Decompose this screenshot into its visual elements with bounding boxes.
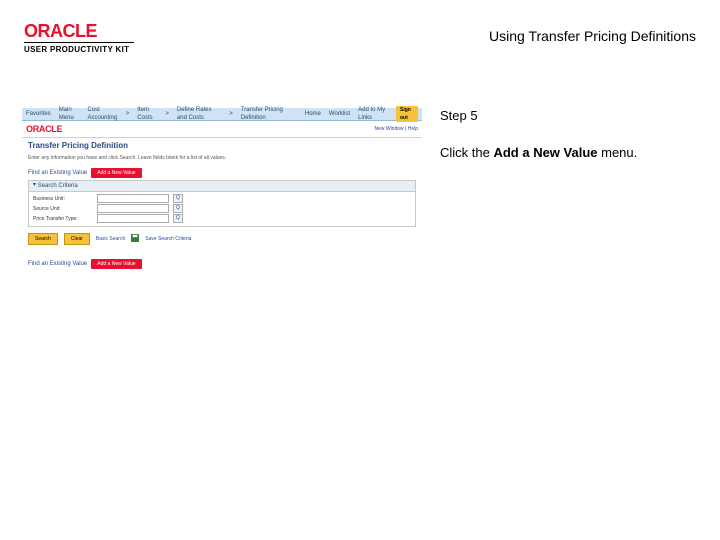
field-price-transfer-type: Price Transfer Type: Q bbox=[33, 214, 411, 223]
input-price-transfer-type[interactable] bbox=[97, 214, 169, 223]
topnav-home[interactable]: Home bbox=[305, 110, 321, 118]
screenshot-panel: Favorites Main Menu Cost Accounting > It… bbox=[22, 108, 422, 271]
label-business-unit: Business Unit: bbox=[33, 195, 93, 203]
lookup-icon[interactable]: Q bbox=[173, 204, 183, 213]
app-page-desc: Enter any information you have and click… bbox=[28, 154, 416, 162]
tab-add-new-value[interactable]: Add a New Value bbox=[91, 168, 141, 178]
tab-row: Find an Existing Value Add a New Value bbox=[28, 168, 416, 178]
field-business-unit: Business Unit: Q bbox=[33, 194, 411, 203]
tab-find-existing[interactable]: Find an Existing Value bbox=[28, 169, 87, 177]
instr-suffix: menu. bbox=[598, 145, 638, 160]
topnav-item[interactable]: Transfer Pricing Definition bbox=[241, 106, 289, 122]
field-source-unit: Source Unit: Q bbox=[33, 204, 411, 213]
signout-button[interactable]: Sign out bbox=[396, 106, 418, 122]
app-header-links[interactable]: New Window | Help bbox=[374, 125, 418, 133]
topnav-item[interactable]: Item Costs bbox=[137, 106, 157, 122]
topnav-item[interactable]: Main Menu bbox=[59, 106, 80, 122]
clear-button[interactable]: Clear bbox=[64, 233, 90, 245]
instruction-panel: Step 5 Click the Add a New Value menu. bbox=[440, 108, 700, 161]
save-search-link[interactable]: Save Search Criteria bbox=[145, 235, 191, 243]
app-content: Transfer Pricing Definition Enter any in… bbox=[22, 138, 422, 271]
instr-bold: Add a New Value bbox=[493, 145, 597, 160]
app-page-title: Transfer Pricing Definition bbox=[28, 142, 416, 150]
save-icon bbox=[131, 234, 139, 245]
topnav-item[interactable]: Favorites bbox=[26, 110, 51, 118]
app-topnav: Favorites Main Menu Cost Accounting > It… bbox=[22, 108, 422, 121]
footer-tab-row: Find an Existing Value Add a New Value bbox=[28, 259, 416, 269]
product-name: USER PRODUCTIVITY KIT bbox=[24, 45, 144, 54]
instr-prefix: Click the bbox=[440, 145, 493, 160]
topnav-item[interactable]: Define Rates and Costs bbox=[177, 106, 221, 122]
search-button-row: Search Clear Basic Search Save Search Cr… bbox=[28, 233, 416, 245]
input-business-unit[interactable] bbox=[97, 194, 169, 203]
input-source-unit[interactable] bbox=[97, 204, 169, 213]
label-price-transfer-type: Price Transfer Type: bbox=[33, 215, 93, 223]
search-criteria-header[interactable]: ▾ Search Criteria bbox=[29, 181, 415, 192]
topnav-item[interactable]: Cost Accounting bbox=[87, 106, 117, 122]
lookup-icon[interactable]: Q bbox=[173, 214, 183, 223]
basic-search-link[interactable]: Basic Search bbox=[96, 235, 125, 243]
app-window: Favorites Main Menu Cost Accounting > It… bbox=[22, 108, 422, 271]
topnav-worklist[interactable]: Worklist bbox=[329, 110, 350, 118]
search-criteria-title: Search Criteria bbox=[38, 183, 78, 189]
topnav-addfav[interactable]: Add to My Links bbox=[358, 106, 388, 122]
lookup-icon[interactable]: Q bbox=[173, 194, 183, 203]
brand-block: ORACLE USER PRODUCTIVITY KIT bbox=[24, 22, 144, 54]
step-instruction: Click the Add a New Value menu. bbox=[440, 145, 700, 161]
search-criteria-box: ▾ Search Criteria Business Unit: Q Sourc… bbox=[28, 180, 416, 227]
footer-add-new-value[interactable]: Add a New Value bbox=[91, 259, 141, 269]
step-label: Step 5 bbox=[440, 108, 700, 123]
label-source-unit: Source Unit: bbox=[33, 205, 93, 213]
app-oracle-logo: ORACLE bbox=[26, 125, 62, 133]
brand-rule bbox=[24, 42, 134, 43]
footer-find-existing[interactable]: Find an Existing Value bbox=[28, 260, 87, 268]
oracle-wordmark: ORACLE bbox=[24, 22, 144, 40]
search-button[interactable]: Search bbox=[28, 233, 58, 245]
page-title: Using Transfer Pricing Definitions bbox=[489, 28, 696, 44]
app-header-row: ORACLE New Window | Help bbox=[22, 121, 422, 138]
